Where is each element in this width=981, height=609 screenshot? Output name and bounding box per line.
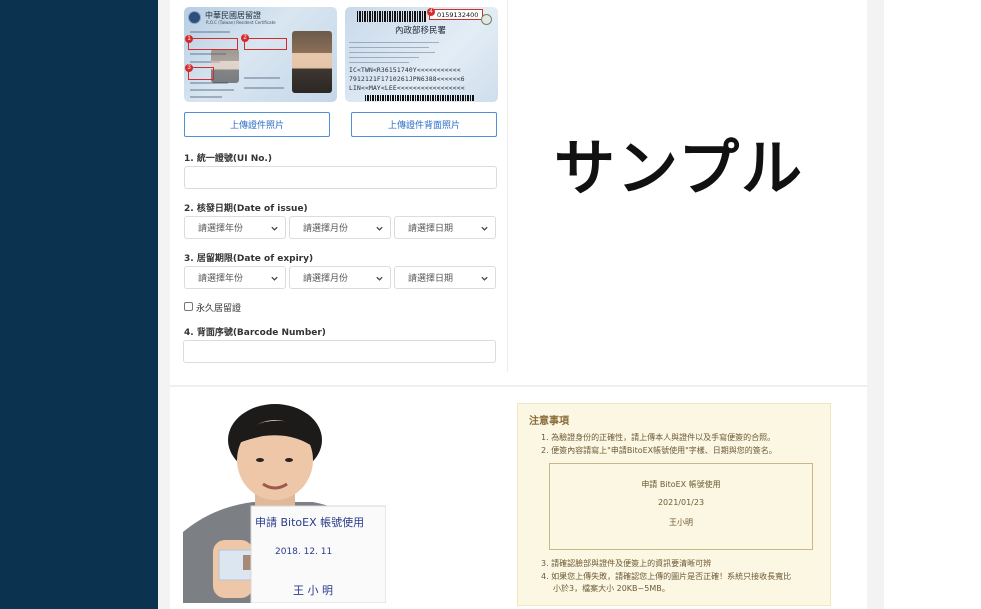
selfie-sample-photo: 申請 BitoEX 帳號使用 2018. 12. 11 王 小 明 [183, 402, 386, 603]
agency-name: 內政部移民署 [395, 26, 447, 36]
sample-note-line-1: 申請 BitoEX 帳號使用 [641, 480, 721, 489]
selfie-illustration: 申請 BitoEX 帳號使用 2018. 12. 11 王 小 明 [183, 402, 386, 603]
note-line-1: 申請 BitoEX 帳號使用 [255, 515, 364, 529]
expiry-year-value: 請選擇年份 [198, 274, 244, 284]
chevron-down-icon [271, 226, 278, 231]
highlight-box-2 [244, 38, 287, 50]
top-barcode [357, 11, 427, 22]
chevron-down-icon [481, 226, 488, 231]
note-line-3: 王 小 明 [293, 584, 333, 597]
notice-title: 注意事項 [529, 416, 569, 427]
holder-photo [292, 31, 332, 93]
card-text-line [190, 96, 222, 98]
notice-item-4b: 小於3，檔案大小 20KB~5MB。 [553, 584, 670, 593]
chevron-down-icon [481, 276, 488, 281]
ghost-photo [211, 49, 239, 83]
card-text-line [349, 62, 409, 63]
issue-month-value: 請選擇月份 [303, 224, 349, 234]
marker-4: 4 [427, 8, 435, 16]
seal-icon [481, 14, 492, 25]
column-divider [507, 0, 508, 372]
chevron-down-icon [271, 276, 278, 281]
card-text-line [349, 47, 429, 48]
card-text-line [244, 87, 284, 89]
bottom-barcode [365, 95, 475, 101]
card-text-line [349, 52, 435, 53]
barcode-number-input[interactable] [183, 340, 496, 363]
chevron-down-icon [376, 276, 383, 281]
notice-item-3: 3. 請確認臉部與證件及便簽上的資訊要清晰可辨 [541, 559, 712, 568]
card-text-line [190, 31, 230, 33]
expiry-date-label: 3. 居留期限(Date of expiry) [184, 254, 314, 264]
highlight-box-1 [188, 38, 238, 50]
chevron-down-icon [376, 226, 383, 231]
marker-1: 1 [185, 35, 193, 43]
card-text-line [244, 77, 280, 79]
card-front-subtitle: R.O.C (Taiwan) Resident Certificate [206, 20, 276, 25]
issue-year-value: 請選擇年份 [198, 224, 244, 234]
issue-day-select[interactable]: 請選擇日期 [394, 216, 496, 239]
sample-note-line-2: 2021/01/23 [657, 498, 705, 507]
mrz-line-2: 7912121F1710261JPN6388<<<<<<6 [349, 76, 465, 83]
issue-year-select[interactable]: 請選擇年份 [184, 216, 286, 239]
mrz-line-3: LIN<<MAY<LEE<<<<<<<<<<<<<<<<< [349, 85, 465, 92]
sample-label: サンプル [554, 133, 805, 204]
mrz-line-1: IC<TWN<R36151740Y<<<<<<<<<<< [349, 67, 461, 74]
id-card-front-image: 中華民國居留證 R.O.C (Taiwan) Resident Certific… [184, 7, 337, 102]
card-text-line [190, 89, 234, 91]
expiry-day-select[interactable]: 請選擇日期 [394, 266, 496, 289]
card-text-line [349, 57, 419, 58]
sample-note-line-3: 王小明 [669, 518, 693, 527]
ui-no-label: 1. 統一證號(UI No.) [184, 154, 272, 164]
issue-date-label: 2. 核發日期(Date of issue) [184, 204, 308, 214]
notice-item-2: 2. 便簽內容請寫上"申請BitoEX帳號使用"字樣、日期與您的簽名。 [541, 446, 777, 455]
upload-front-button[interactable]: 上傳證件照片 [184, 112, 330, 137]
expiry-month-value: 請選擇月份 [303, 274, 349, 284]
emblem-icon [188, 11, 201, 24]
upload-back-button[interactable]: 上傳證件背面照片 [351, 112, 497, 137]
barcode-number-label: 4. 背面序號(Barcode Number) [184, 328, 326, 338]
expiry-year-select[interactable]: 請選擇年份 [184, 266, 286, 289]
notice-item-4a: 4. 如果您上傳失敗，請確認您上傳的圖片是否正確！系統只接收長寬比 [541, 572, 792, 581]
ui-no-input[interactable] [184, 166, 497, 189]
notice-item-1: 1. 為驗證身份的正確性，請上傳本人與證件以及手寫便簽的合照。 [541, 433, 776, 442]
expiry-month-select[interactable]: 請選擇月份 [289, 266, 391, 289]
id-card-back-image: 4 0159132400 內政部移民署 IC<TWN<R36151740Y<<<… [345, 7, 498, 102]
issue-month-select[interactable]: 請選擇月份 [289, 216, 391, 239]
expiry-day-value: 請選擇日期 [408, 274, 454, 284]
left-sidebar [0, 0, 158, 609]
marker-3: 3 [185, 64, 193, 72]
permanent-residence-label: 永久居留證 [196, 304, 242, 314]
note-line-2: 2018. 12. 11 [275, 547, 332, 557]
section-divider [170, 385, 867, 387]
issue-day-value: 請選擇日期 [408, 224, 454, 234]
card-number: 0159132400 [437, 11, 479, 19]
card-text-line [349, 42, 439, 43]
marker-2: 2 [241, 34, 249, 42]
permanent-residence-checkbox[interactable] [184, 302, 193, 311]
